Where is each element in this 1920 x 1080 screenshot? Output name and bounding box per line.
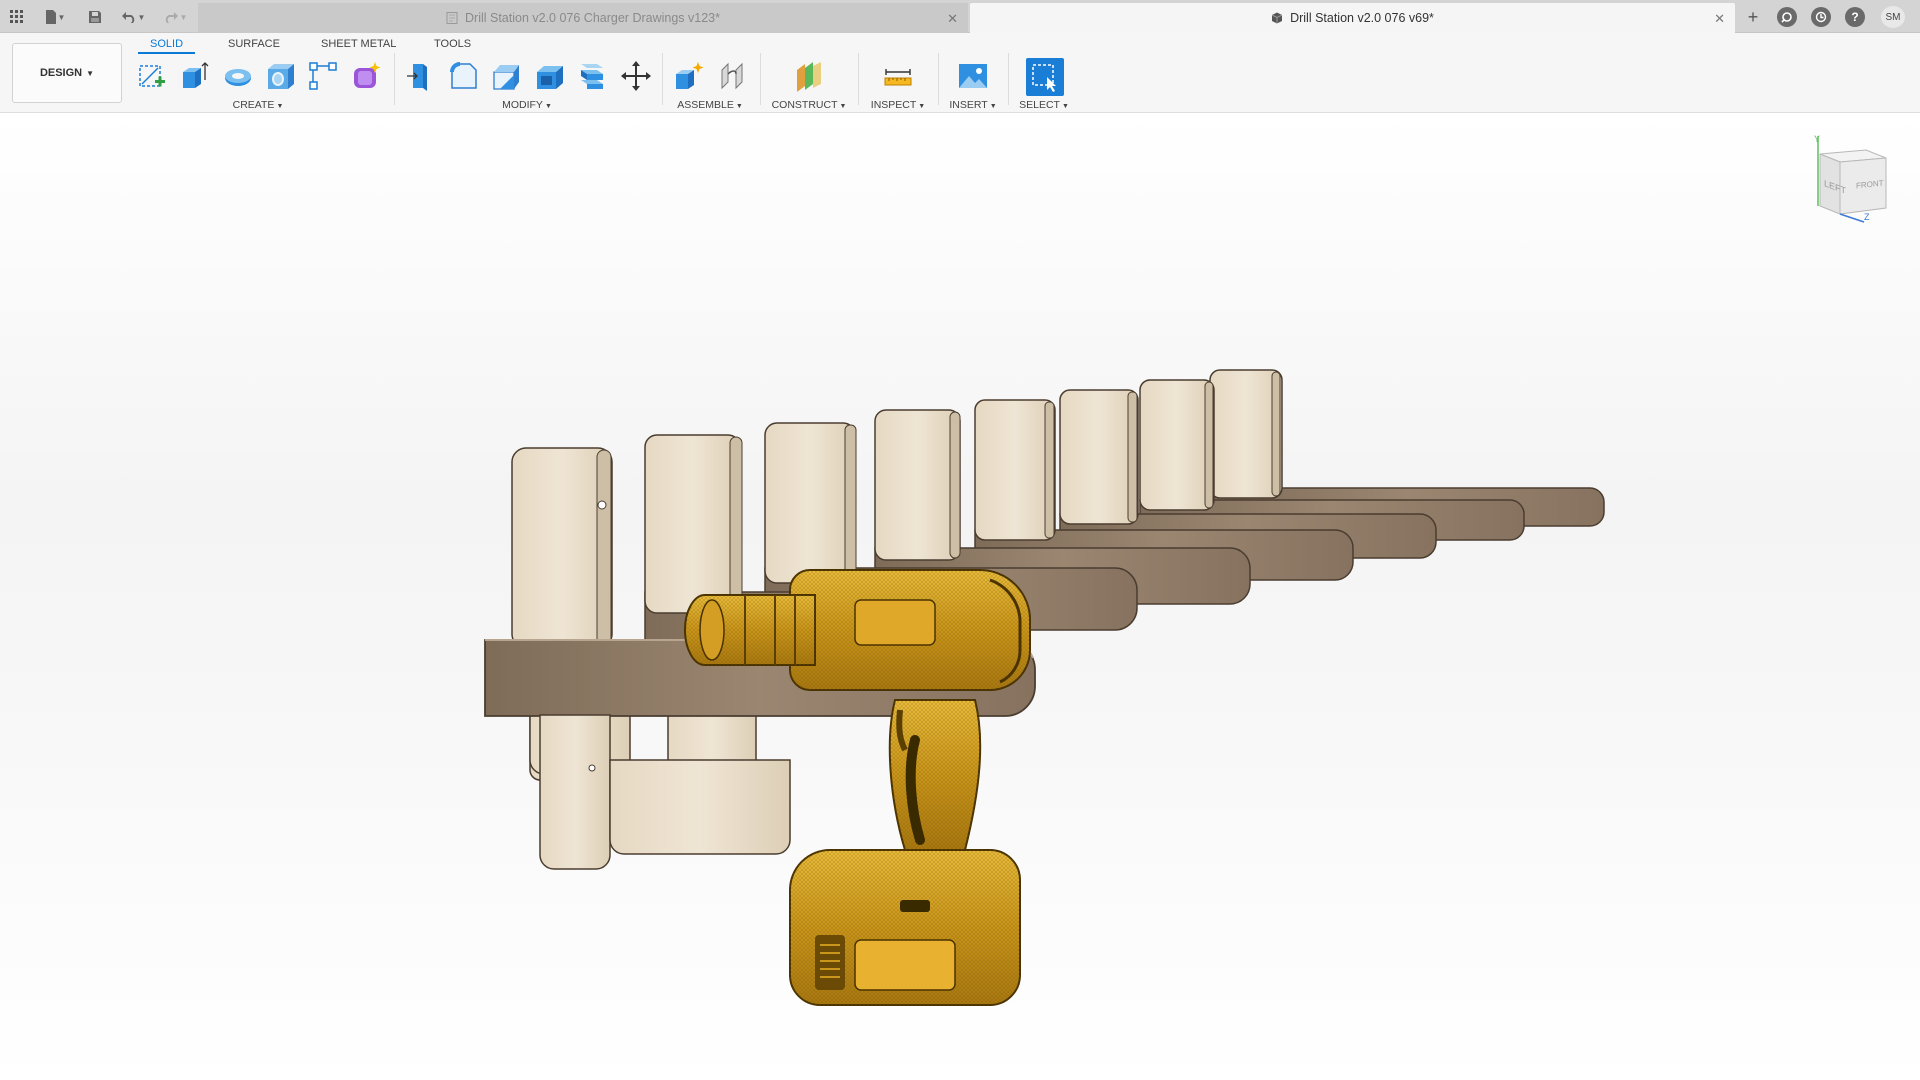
redo-icon[interactable]: ▼ bbox=[158, 6, 192, 28]
tab-charger-drawings[interactable]: Drill Station v2.0 076 Charger Drawings … bbox=[198, 3, 968, 33]
pattern-icon bbox=[309, 62, 337, 90]
select-button[interactable] bbox=[1026, 58, 1064, 96]
press-pull-icon bbox=[407, 64, 427, 91]
group-divider bbox=[394, 53, 395, 105]
axis-z-label: Z bbox=[1864, 212, 1870, 222]
tab-surface[interactable]: SURFACE bbox=[228, 36, 280, 54]
offset-plane-button[interactable] bbox=[791, 58, 827, 94]
close-tab-icon[interactable]: ✕ bbox=[947, 11, 958, 27]
combine-button[interactable] bbox=[575, 58, 611, 94]
plane-icon bbox=[797, 62, 821, 92]
job-status-icon[interactable] bbox=[1811, 7, 1831, 27]
construct-group-menu[interactable]: CONSTRUCT ▼ bbox=[772, 99, 847, 111]
ribbon-toolbar: DESIGN ▼ SOLID SURFACE SHEET METAL TOOLS… bbox=[0, 33, 1920, 113]
group-divider bbox=[760, 53, 761, 105]
file-menu-icon[interactable]: ▼ bbox=[40, 6, 70, 28]
revolve-button[interactable] bbox=[220, 58, 256, 94]
joint-button[interactable] bbox=[714, 58, 750, 94]
design-document-icon bbox=[1271, 12, 1283, 24]
select-cursor-icon bbox=[1032, 64, 1056, 92]
create-group-menu[interactable]: CREATE ▼ bbox=[233, 99, 284, 111]
create-form-button[interactable] bbox=[348, 58, 384, 94]
view-cube[interactable]: Y Z LEFT FRONT bbox=[1806, 134, 1896, 224]
hole-icon bbox=[268, 64, 294, 89]
modify-group-menu[interactable]: MODIFY ▼ bbox=[502, 99, 552, 111]
sketch-icon bbox=[139, 65, 165, 87]
measure-button[interactable] bbox=[880, 58, 916, 94]
press-pull-button[interactable] bbox=[403, 58, 439, 94]
group-divider bbox=[662, 53, 663, 105]
app-grid-icon[interactable] bbox=[6, 6, 28, 28]
extensions-icon[interactable] bbox=[1777, 7, 1797, 27]
group-divider bbox=[1008, 53, 1009, 105]
drawing-document-icon bbox=[446, 12, 458, 24]
group-divider bbox=[858, 53, 859, 105]
new-tab-icon[interactable]: + bbox=[1743, 7, 1763, 27]
image-icon bbox=[959, 64, 987, 88]
tab-tools[interactable]: TOOLS bbox=[434, 36, 471, 54]
insert-group-menu[interactable]: INSERT ▼ bbox=[949, 99, 996, 111]
inspect-group-menu[interactable]: INSPECT ▼ bbox=[871, 99, 925, 111]
insert-canvas-button[interactable] bbox=[955, 58, 991, 94]
move-icon bbox=[621, 61, 651, 91]
workspace-switcher[interactable]: DESIGN ▼ bbox=[12, 43, 122, 103]
tab-sheet-metal[interactable]: SHEET METAL bbox=[321, 36, 396, 54]
workspace-label: DESIGN bbox=[39, 67, 83, 79]
rectangular-pattern-button[interactable] bbox=[305, 58, 341, 94]
new-component-button[interactable] bbox=[671, 58, 707, 94]
chamfer-icon bbox=[493, 65, 519, 90]
chevron-down-icon: ▼ bbox=[86, 68, 95, 78]
combine-icon bbox=[581, 64, 603, 89]
hole-button[interactable] bbox=[263, 58, 299, 94]
select-group-menu[interactable]: SELECT ▼ bbox=[1019, 99, 1069, 111]
fillet-icon bbox=[450, 62, 477, 89]
3d-viewport[interactable]: Y Z LEFT FRONT bbox=[0, 114, 1920, 1080]
shell-icon bbox=[537, 66, 563, 89]
tab-label: Drill Station v2.0 076 Charger Drawings … bbox=[465, 11, 720, 25]
new-component-icon bbox=[676, 62, 704, 89]
close-tab-icon[interactable]: ✕ bbox=[1714, 11, 1725, 27]
model-render bbox=[484, 369, 1605, 1006]
move-copy-button[interactable] bbox=[618, 58, 654, 94]
tab-label: Drill Station v2.0 076 v69* bbox=[1290, 11, 1434, 25]
assemble-group-menu[interactable]: ASSEMBLE ▼ bbox=[677, 99, 743, 111]
form-icon bbox=[354, 62, 381, 88]
revolve-icon bbox=[225, 69, 251, 86]
measure-icon bbox=[884, 69, 912, 86]
fillet-button[interactable] bbox=[446, 58, 482, 94]
save-icon[interactable] bbox=[84, 6, 106, 28]
group-divider bbox=[938, 53, 939, 105]
joint-icon bbox=[721, 62, 743, 90]
chamfer-button[interactable] bbox=[489, 58, 525, 94]
shell-button[interactable] bbox=[532, 58, 568, 94]
user-avatar[interactable]: SM bbox=[1881, 6, 1905, 28]
undo-icon[interactable]: ▼ bbox=[116, 6, 150, 28]
create-sketch-button[interactable] bbox=[134, 58, 170, 94]
axis-y-label: Y bbox=[1814, 134, 1821, 144]
tab-drill-station[interactable]: Drill Station v2.0 076 v69* ✕ bbox=[970, 3, 1735, 33]
help-icon[interactable]: ? bbox=[1845, 7, 1865, 27]
extrude-icon bbox=[183, 62, 209, 88]
tab-solid[interactable]: SOLID bbox=[138, 36, 196, 54]
title-bar: ▼ ▼ ▼ Drill Station v2.0 076 Charger Dra… bbox=[0, 0, 1920, 33]
extrude-button[interactable] bbox=[177, 58, 213, 94]
